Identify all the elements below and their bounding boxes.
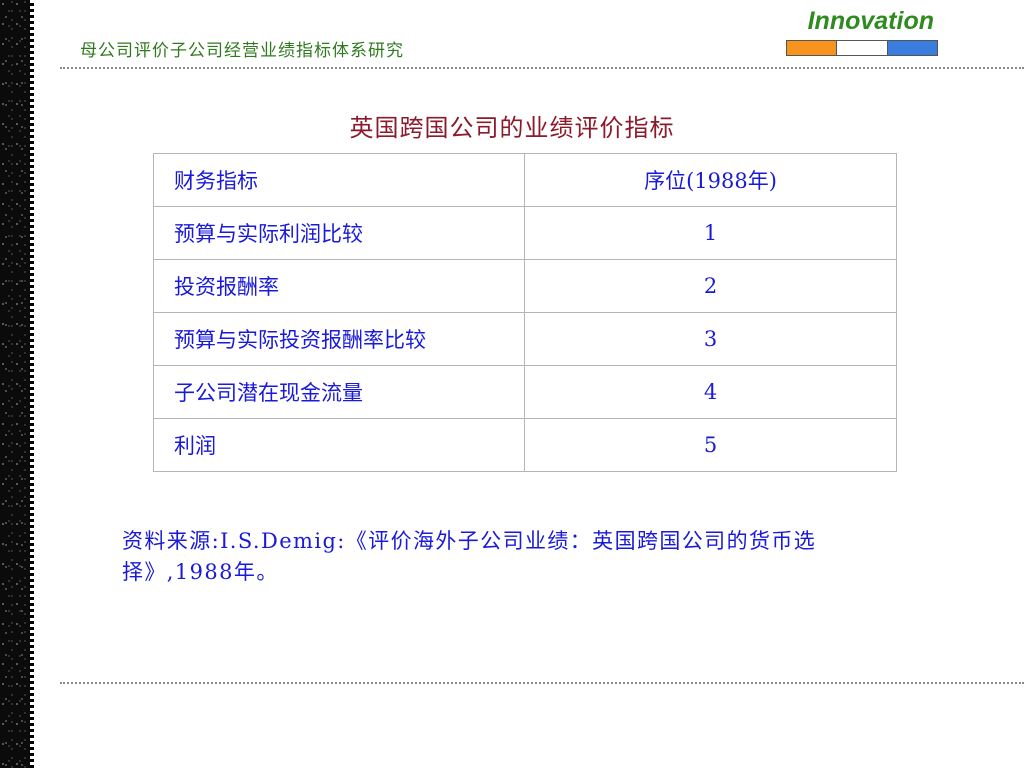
table-row: 预算与实际利润比较 1 bbox=[153, 206, 897, 260]
rank-cell: 4 bbox=[524, 365, 897, 419]
indicator-cell: 投资报酬率 bbox=[153, 259, 525, 313]
table-row: 投资报酬率 2 bbox=[153, 259, 897, 313]
indicator-table: 财务指标 序位(1988年) 预算与实际利润比较 1 投资报酬率 2 预算与实际… bbox=[153, 153, 897, 472]
innovation-logo: Innovation bbox=[786, 4, 938, 56]
slide-title: 英国跨国公司的业绩评价指标 bbox=[349, 114, 675, 142]
logo-text: Innovation bbox=[807, 7, 934, 35]
rank-cell: 5 bbox=[524, 418, 897, 472]
source-citation: 资料来源:I.S.Demig:《评价海外子公司业绩：英国跨国公司的货币选择》,1… bbox=[122, 529, 817, 584]
header-dotted-divider bbox=[60, 67, 1024, 69]
table-header-row: 财务指标 序位(1988年) bbox=[153, 153, 897, 207]
table-row: 预算与实际投资报酬率比较 3 bbox=[153, 312, 897, 366]
white-swatch bbox=[836, 41, 887, 55]
logo-color-swatches bbox=[786, 40, 938, 56]
rank-cell: 2 bbox=[524, 259, 897, 313]
table-row: 子公司潜在现金流量 4 bbox=[153, 365, 897, 419]
footer-dotted-divider bbox=[60, 682, 1024, 684]
blue-swatch bbox=[886, 41, 937, 55]
rank-cell: 1 bbox=[524, 206, 897, 260]
rank-cell: 3 bbox=[524, 312, 897, 366]
column-header-rank: 序位(1988年) bbox=[524, 153, 897, 207]
indicator-cell: 预算与实际利润比较 bbox=[153, 206, 525, 260]
indicator-cell: 预算与实际投资报酬率比较 bbox=[153, 312, 525, 366]
indicator-cell: 子公司潜在现金流量 bbox=[153, 365, 525, 419]
header-title: 母公司评价子公司经营业绩指标体系研究 bbox=[80, 41, 404, 61]
indicator-cell: 利润 bbox=[153, 418, 525, 472]
column-header-indicator: 财务指标 bbox=[153, 153, 525, 207]
orange-swatch bbox=[787, 41, 837, 55]
table-row: 利润 5 bbox=[153, 418, 897, 472]
